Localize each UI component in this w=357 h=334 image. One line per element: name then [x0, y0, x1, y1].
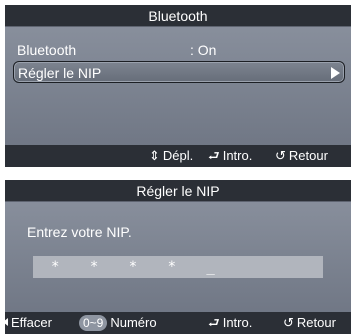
set-pin-title: Régler le NIP — [5, 180, 351, 202]
footer-enter-hint-2: ⮐ Intro. — [208, 312, 252, 334]
return-icon: ↺ — [275, 148, 286, 163]
pin-input-value: * * * * _ — [51, 259, 226, 275]
footer-move-label: Dépl. — [162, 148, 194, 163]
menu-item-bluetooth[interactable]: Bluetooth : On — [13, 39, 345, 61]
footer-enter-label-2: Intro. — [222, 315, 253, 330]
footer-erase-label: Effacer — [11, 315, 52, 330]
menu-item-set-pin[interactable]: Régler le NIP — [13, 61, 345, 83]
footer-return-hint-2: ↺ Retour — [283, 312, 336, 334]
footer-enter-label: Intro. — [222, 148, 253, 163]
menu-item-bluetooth-value: : On — [190, 42, 217, 58]
bluetooth-menu-title: Bluetooth — [5, 5, 351, 27]
return-icon: ↺ — [283, 315, 294, 330]
bluetooth-menu-panel: Bluetooth Bluetooth : On Régler le NIP ⇕… — [5, 5, 351, 167]
set-pin-panel: Régler le NIP Entrez votre NIP. * * * * … — [5, 180, 351, 334]
footer-move-hint: ⇕ Dépl. — [149, 145, 193, 167]
enter-icon: ⮐ — [208, 315, 220, 330]
enter-icon: ⮐ — [208, 148, 220, 163]
set-pin-footer: Effacer 0~9 Numéro ⮐ Intro. ↺ Retour — [5, 312, 351, 334]
footer-enter-hint: ⮐ Intro. — [208, 145, 252, 167]
left-arrow-icon — [5, 318, 8, 326]
bluetooth-menu-footer: ⇕ Dépl. ⮐ Intro. ↺ Retour — [5, 145, 351, 167]
footer-return-label-2: Retour — [296, 315, 336, 330]
move-arrows-icon: ⇕ — [149, 148, 160, 163]
footer-number-label: Numéro — [110, 315, 157, 330]
footer-return-label: Retour — [288, 148, 328, 163]
menu-item-bluetooth-label: Bluetooth — [17, 42, 77, 58]
number-range-badge: 0~9 — [79, 315, 108, 331]
submenu-arrow-icon — [331, 67, 340, 79]
menu-item-set-pin-label: Régler le NIP — [18, 65, 102, 81]
footer-erase-hint: Effacer — [5, 312, 52, 334]
footer-return-hint: ↺ Retour — [275, 145, 328, 167]
pin-input-field[interactable]: * * * * _ — [33, 256, 323, 278]
pin-prompt: Entrez votre NIP. — [27, 224, 132, 240]
footer-number-hint: 0~9 Numéro — [79, 312, 157, 334]
